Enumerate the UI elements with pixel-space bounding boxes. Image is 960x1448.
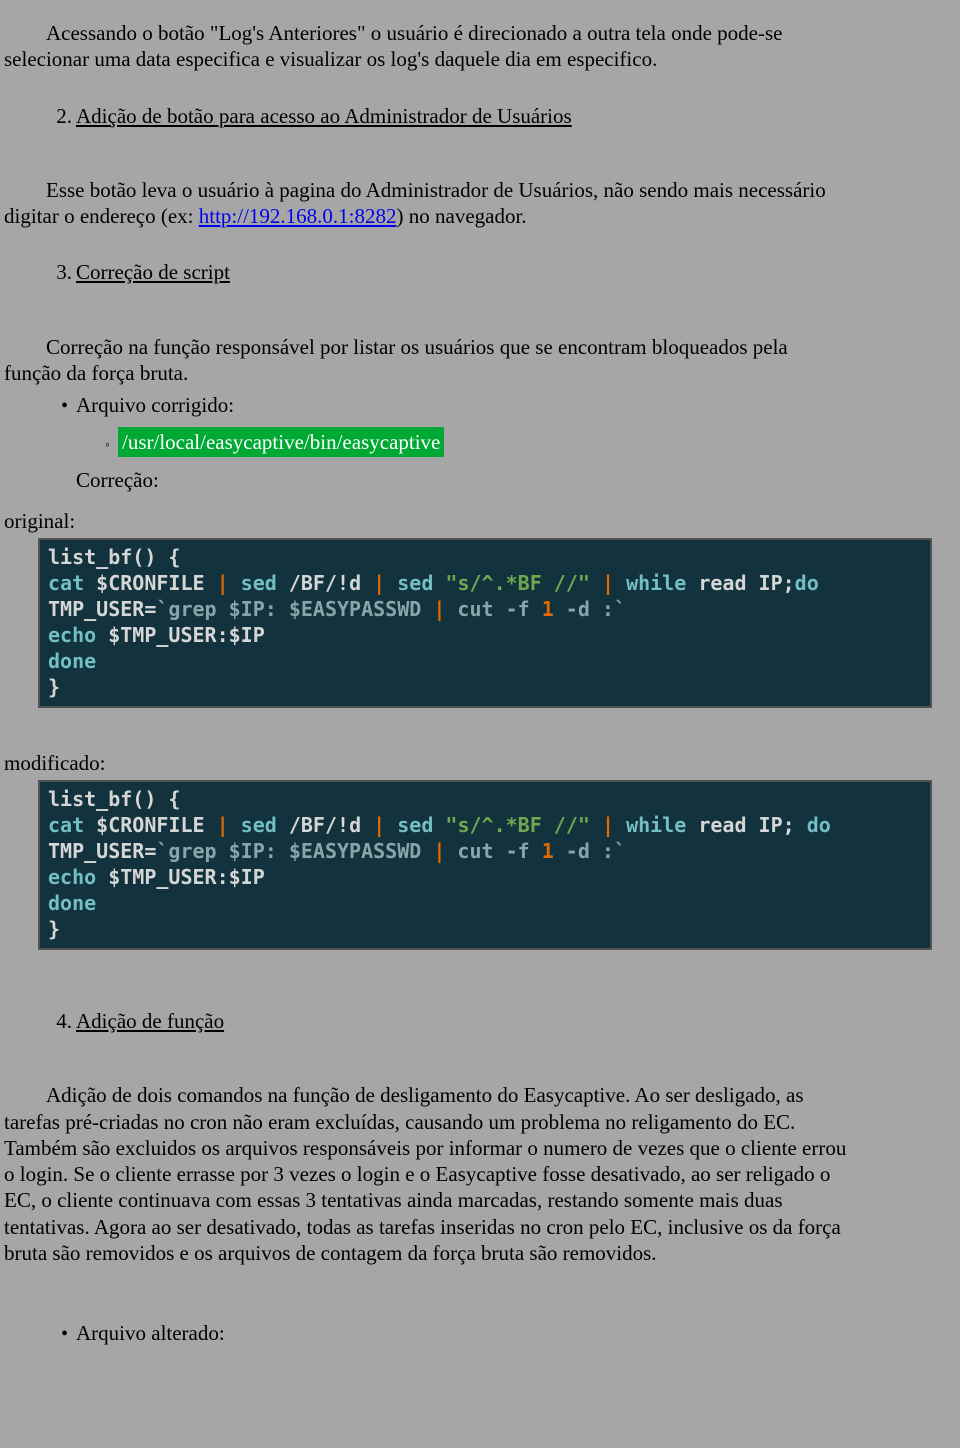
list-title-2: Adição de botão para acesso ao Administr… xyxy=(76,103,572,129)
code-modificado: list_bf() { cat $CRONFILE | sed /BF/!d |… xyxy=(38,780,932,950)
list-item-4: 4. Adição de função xyxy=(4,1008,932,1034)
list-item-3: 3. Correção de script xyxy=(4,259,932,285)
paragraph-funcao-l4: o login. Se o cliente errasse por 3 veze… xyxy=(4,1161,932,1187)
list-number-3: 3. xyxy=(4,259,76,285)
paragraph-correcao-l2: função da força bruta. xyxy=(4,360,932,386)
paragraph-funcao-l3: Também são excluidos os arquivos respons… xyxy=(4,1135,932,1161)
paragraph-admin-before: digitar o endereço (ex: xyxy=(4,204,199,228)
label-original: original: xyxy=(4,508,932,534)
paragraph-admin-after: ) no navegador. xyxy=(397,204,527,228)
label-correcao: Correção: xyxy=(76,467,932,493)
document-page: Acessando o botão "Log's Anteriores" o u… xyxy=(0,0,960,1387)
bullet-icon: • xyxy=(4,394,76,419)
list-number-2: 2. xyxy=(4,103,76,129)
paragraph-logs-anteriores-l2: selecionar uma data especifica e visuali… xyxy=(4,46,932,72)
bullet-label-arquivo-corrigido: Arquivo corrigido: xyxy=(76,392,234,418)
paragraph-funcao-l7: bruta são removidos e os arquivos de con… xyxy=(4,1240,932,1266)
bullet-icon: • xyxy=(4,1322,76,1347)
list-title-3: Correção de script xyxy=(76,259,230,285)
highlight-path: /usr/local/easycaptive/bin/easycaptive xyxy=(118,427,444,457)
list-number-4: 4. xyxy=(4,1008,76,1034)
paragraph-funcao-l1: Adição de dois comandos na função de des… xyxy=(4,1082,932,1108)
bullet-arquivo-alterado: • Arquivo alterado: xyxy=(4,1320,932,1347)
code-original: list_bf() { cat $CRONFILE | sed /BF/!d |… xyxy=(38,538,932,708)
bullet-label-arquivo-alterado: Arquivo alterado: xyxy=(76,1320,225,1346)
bullet-arquivo-corrigido: • Arquivo corrigido: xyxy=(4,392,932,419)
paragraph-admin-l1: Esse botão leva o usuário à pagina do Ad… xyxy=(4,177,932,203)
paragraph-funcao-l6: tentativas. Agora ao ser desativado, tod… xyxy=(4,1214,932,1240)
list-title-4: Adição de função xyxy=(76,1008,224,1034)
paragraph-logs-anteriores-l1: Acessando o botão "Log's Anteriores" o u… xyxy=(4,20,932,46)
paragraph-admin-l2: digitar o endereço (ex: http://192.168.0… xyxy=(4,203,932,229)
list-item-2: 2. Adição de botão para acesso ao Admini… xyxy=(4,103,932,129)
subbullet-icon: ◦ xyxy=(4,437,118,455)
label-modificado: modificado: xyxy=(4,750,932,776)
subbullet-path: ◦ /usr/local/easycaptive/bin/easycaptive xyxy=(4,427,932,457)
paragraph-correcao-l1: Correção na função responsável por lista… xyxy=(4,334,932,360)
admin-url-link[interactable]: http://192.168.0.1:8282 xyxy=(199,204,397,228)
paragraph-funcao-l2: tarefas pré-criadas no cron não eram exc… xyxy=(4,1109,932,1135)
paragraph-funcao-l5: EC, o cliente continuava com essas 3 ten… xyxy=(4,1187,932,1213)
